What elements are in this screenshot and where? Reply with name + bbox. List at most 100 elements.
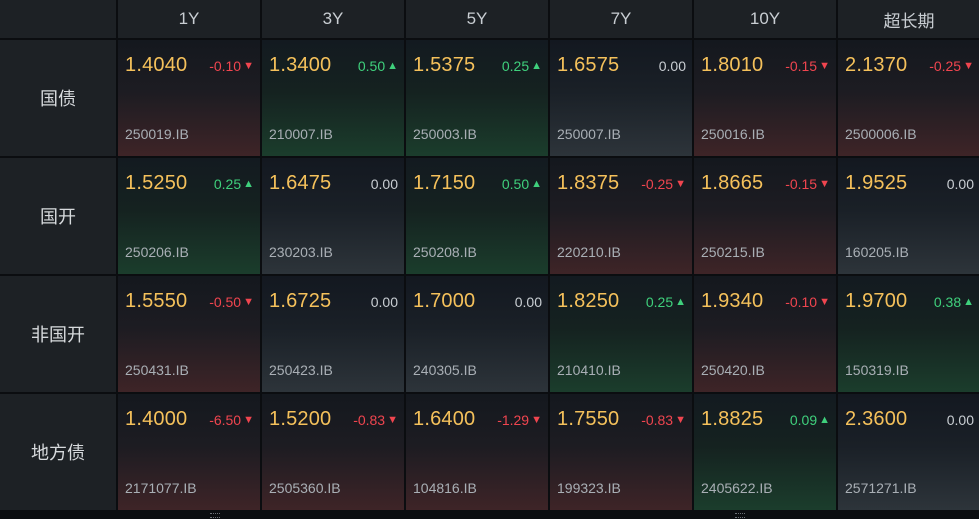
- quote-cell[interactable]: 1.8375 -0.25 ▼ 220210.IB: [550, 158, 692, 274]
- bond-code: 230203.IB: [269, 244, 333, 260]
- yield-value: 1.6725: [269, 290, 332, 312]
- bond-code: 250208.IB: [413, 244, 477, 260]
- bond-code: 250003.IB: [413, 126, 477, 142]
- change-value: 0.25: [645, 294, 674, 310]
- quote-cell[interactable]: 1.8825 0.09 ▲ 2405622.IB: [694, 394, 836, 510]
- resize-grip-icon[interactable]: [210, 513, 220, 518]
- yield-value: 1.8825: [701, 408, 764, 430]
- yield-value: 1.4000: [125, 408, 188, 430]
- change-value: 0.25: [501, 58, 530, 74]
- change-value: -0.10: [785, 294, 818, 310]
- bond-code: 250215.IB: [701, 244, 765, 260]
- row-header-local-gov: 地方债: [0, 394, 116, 510]
- column-header-ultra-long[interactable]: 超长期: [838, 0, 979, 38]
- row-header-cdb: 国开: [0, 158, 116, 274]
- quote-cell[interactable]: 1.4040 -0.10 ▼ 250019.IB: [118, 40, 260, 156]
- quote-cell[interactable]: 1.3400 0.50 ▲ 210007.IB: [262, 40, 404, 156]
- change-badge: 0.38 ▲: [934, 294, 974, 310]
- yield-value: 1.6575: [557, 54, 620, 76]
- bond-code: 250206.IB: [125, 244, 189, 260]
- footer-bar: [0, 512, 979, 519]
- change-badge: 0.25 ▲: [214, 176, 254, 192]
- bond-code: 150319.IB: [845, 362, 909, 378]
- quote-cell[interactable]: 1.5375 0.25 ▲ 250003.IB: [406, 40, 548, 156]
- quote-cell[interactable]: 1.6400 -1.29 ▼ 104816.IB: [406, 394, 548, 510]
- change-badge: 0.00: [371, 294, 398, 310]
- resize-grip-icon[interactable]: [735, 513, 745, 518]
- change-badge: -0.25 ▼: [929, 58, 974, 74]
- change-value: 0.09: [789, 412, 818, 428]
- change-value: -1.29: [497, 412, 530, 428]
- bond-code: 2171077.IB: [125, 480, 197, 496]
- change-badge: -0.50 ▼: [209, 294, 254, 310]
- column-header-7y[interactable]: 7Y: [550, 0, 692, 38]
- quote-cell[interactable]: 1.4000 -6.50 ▼ 2171077.IB: [118, 394, 260, 510]
- bond-code: 210410.IB: [557, 362, 621, 378]
- quote-cell[interactable]: 1.8665 -0.15 ▼ 250215.IB: [694, 158, 836, 274]
- change-badge: -0.25 ▼: [641, 176, 686, 192]
- arrow-down-icon: ▼: [243, 60, 254, 72]
- bond-code: 160205.IB: [845, 244, 909, 260]
- yield-value: 1.5200: [269, 408, 332, 430]
- change-value: 0.00: [658, 58, 686, 74]
- quote-cell[interactable]: 1.7550 -0.83 ▼ 199323.IB: [550, 394, 692, 510]
- quote-cell[interactable]: 1.9525 0.00 160205.IB: [838, 158, 979, 274]
- arrow-down-icon: ▼: [963, 60, 974, 72]
- quote-cell[interactable]: 1.8010 -0.15 ▼ 250016.IB: [694, 40, 836, 156]
- change-value: -0.15: [785, 58, 818, 74]
- yield-value: 1.9525: [845, 172, 908, 194]
- bond-code: 250420.IB: [701, 362, 765, 378]
- bond-code: 240305.IB: [413, 362, 477, 378]
- column-header-5y[interactable]: 5Y: [406, 0, 548, 38]
- arrow-up-icon: ▲: [531, 178, 542, 190]
- bond-code: 250007.IB: [557, 126, 621, 142]
- arrow-up-icon: ▲: [963, 296, 974, 308]
- arrow-down-icon: ▼: [819, 60, 830, 72]
- arrow-up-icon: ▲: [531, 60, 542, 72]
- yield-value: 1.8250: [557, 290, 620, 312]
- yield-value: 1.7150: [413, 172, 476, 194]
- yield-value: 1.3400: [269, 54, 332, 76]
- change-value: 0.00: [370, 294, 398, 310]
- quote-cell[interactable]: 1.5550 -0.50 ▼ 250431.IB: [118, 276, 260, 392]
- quote-cell[interactable]: 2.3600 0.00 2571271.IB: [838, 394, 979, 510]
- column-header-3y[interactable]: 3Y: [262, 0, 404, 38]
- change-badge: -0.10 ▼: [785, 294, 830, 310]
- bond-code: 2405622.IB: [701, 480, 773, 496]
- bond-code: 210007.IB: [269, 126, 333, 142]
- change-value: 0.00: [946, 176, 974, 192]
- arrow-down-icon: ▼: [387, 414, 398, 426]
- bond-code: 2571271.IB: [845, 480, 917, 496]
- quote-cell[interactable]: 1.9340 -0.10 ▼ 250420.IB: [694, 276, 836, 392]
- arrow-up-icon: ▲: [387, 60, 398, 72]
- column-header-10y[interactable]: 10Y: [694, 0, 836, 38]
- bond-code: 250019.IB: [125, 126, 189, 142]
- change-value: 0.50: [501, 176, 530, 192]
- quote-cell[interactable]: 1.6725 0.00 250423.IB: [262, 276, 404, 392]
- change-badge: 0.00: [371, 176, 398, 192]
- change-badge: -0.15 ▼: [785, 176, 830, 192]
- quote-cell[interactable]: 1.9700 0.38 ▲ 150319.IB: [838, 276, 979, 392]
- quote-cell[interactable]: 1.7150 0.50 ▲ 250208.IB: [406, 158, 548, 274]
- change-badge: 0.50 ▲: [358, 58, 398, 74]
- yield-value: 1.4040: [125, 54, 188, 76]
- quote-cell[interactable]: 1.6575 0.00 250007.IB: [550, 40, 692, 156]
- quote-cell[interactable]: 1.5200 -0.83 ▼ 2505360.IB: [262, 394, 404, 510]
- column-header-1y[interactable]: 1Y: [118, 0, 260, 38]
- quote-cell[interactable]: 1.7000 0.00 240305.IB: [406, 276, 548, 392]
- change-value: 0.50: [357, 58, 386, 74]
- quote-cell[interactable]: 1.5250 0.25 ▲ 250206.IB: [118, 158, 260, 274]
- change-value: -6.50: [209, 412, 242, 428]
- quote-cell[interactable]: 1.6475 0.00 230203.IB: [262, 158, 404, 274]
- yield-value: 1.5550: [125, 290, 188, 312]
- yield-value: 1.8010: [701, 54, 764, 76]
- yield-value: 1.9700: [845, 290, 908, 312]
- change-badge: 0.50 ▲: [502, 176, 542, 192]
- change-value: -0.10: [209, 58, 242, 74]
- quote-cell[interactable]: 1.8250 0.25 ▲ 210410.IB: [550, 276, 692, 392]
- change-value: 0.38: [933, 294, 962, 310]
- yield-value: 2.1370: [845, 54, 908, 76]
- arrow-up-icon: ▲: [675, 296, 686, 308]
- arrow-up-icon: ▲: [243, 178, 254, 190]
- quote-cell[interactable]: 2.1370 -0.25 ▼ 2500006.IB: [838, 40, 979, 156]
